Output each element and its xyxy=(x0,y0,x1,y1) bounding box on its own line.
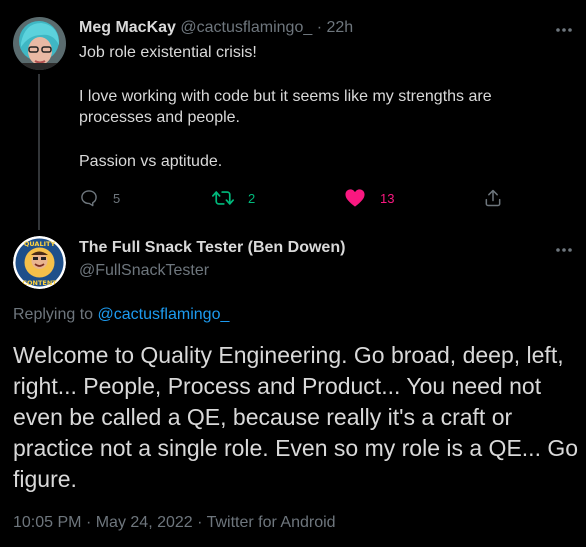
meta-dot: · xyxy=(85,514,92,531)
tweet2-more-icon[interactable] xyxy=(555,240,573,257)
avatar-full-snack-tester[interactable]: QUALITY CONTENT xyxy=(13,236,66,289)
retweet-count: 2 xyxy=(248,190,256,206)
tweet2-text: Welcome to Quality Engineering. Go broad… xyxy=(13,342,579,492)
tweet1-more-icon[interactable] xyxy=(555,20,573,37)
thread-connector-line xyxy=(38,74,40,230)
tweet2-date[interactable]: May 24, 2022 xyxy=(96,514,193,531)
reply-button[interactable]: 5 xyxy=(79,188,120,208)
heart-icon xyxy=(345,189,365,207)
tweet1-separator: · xyxy=(316,19,323,36)
reply-count: 5 xyxy=(113,190,121,206)
tweet2-metadata: 10:05 PM · May 24, 2022 · Twitter for An… xyxy=(13,514,336,532)
share-button[interactable] xyxy=(483,188,503,208)
svg-text:CONTENT: CONTENT xyxy=(22,279,57,287)
tweet1-line: Job role existential crisis! xyxy=(79,44,257,61)
tweet2-author-handle[interactable]: @FullSnackTester xyxy=(79,262,209,280)
tweet1-time[interactable]: 22h xyxy=(326,19,353,36)
tweet1-author-name[interactable]: Meg MacKay xyxy=(79,19,176,36)
tweet2-source[interactable]: Twitter for Android xyxy=(207,514,336,531)
replying-to-prefix: Replying to xyxy=(13,306,94,323)
tweet1-line: processes and people. xyxy=(79,109,240,126)
reply-icon xyxy=(81,190,97,207)
avatar-meg-mackay[interactable] xyxy=(13,17,66,70)
tweet1-author-handle[interactable]: @cactusflamingo_ xyxy=(180,19,312,36)
tweet1-line: Passion vs aptitude. xyxy=(79,152,223,170)
share-icon xyxy=(485,189,501,207)
tweet2-time[interactable]: 10:05 PM xyxy=(13,514,81,531)
tweet1-header: Meg MacKay @cactusflamingo_ · 22h xyxy=(79,19,353,37)
tweet2-author-name[interactable]: The Full Snack Tester (Ben Dowen) xyxy=(79,239,345,257)
like-count: 13 xyxy=(380,190,395,206)
replying-to: Replying to @cactusflamingo_ xyxy=(13,306,229,324)
retweet-icon xyxy=(212,191,234,205)
replying-to-mention[interactable]: @cactusflamingo_ xyxy=(98,306,230,323)
svg-text:QUALITY: QUALITY xyxy=(24,240,56,248)
tweet1-line: I love working with code but it seems li… xyxy=(79,87,492,105)
like-button[interactable]: 13 xyxy=(344,188,394,208)
retweet-button[interactable]: 2 xyxy=(212,188,255,208)
tweet1-text: Job role existential crisis! I love work… xyxy=(79,42,559,172)
meta-dot: · xyxy=(197,514,203,531)
